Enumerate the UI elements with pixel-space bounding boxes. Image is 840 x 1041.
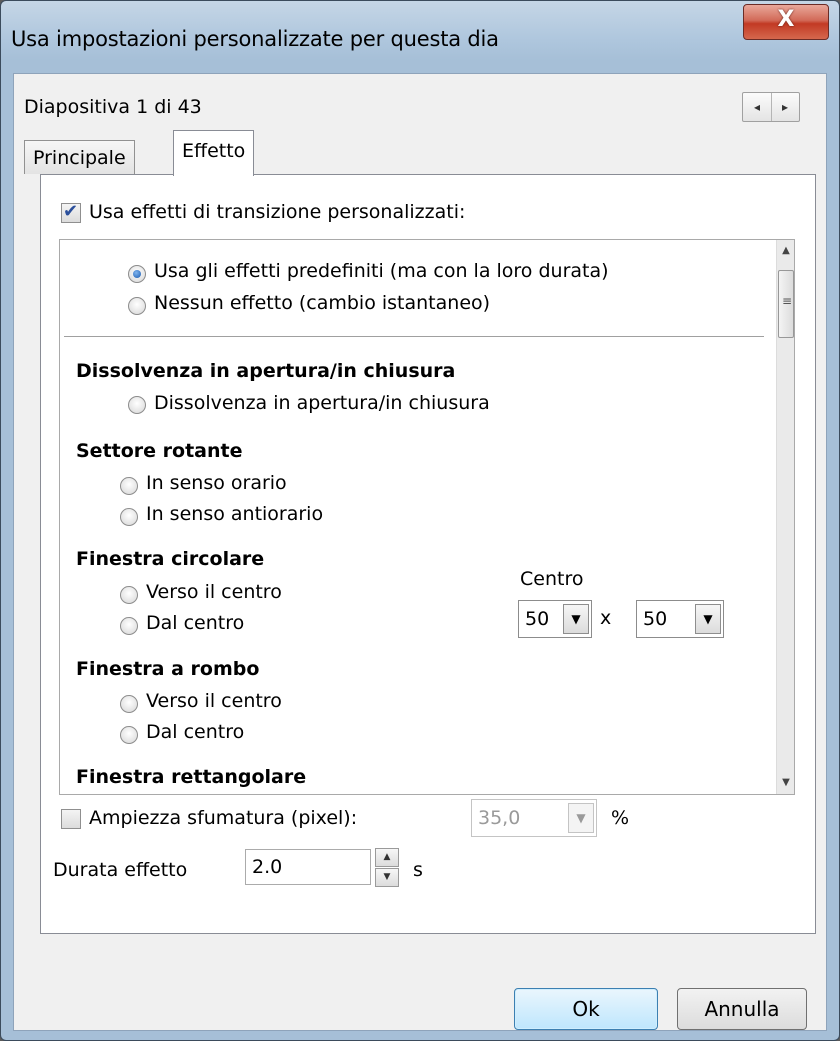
- cancel-button[interactable]: Annulla: [677, 988, 807, 1030]
- radio-counterclockwise[interactable]: [120, 508, 138, 526]
- tab-principale[interactable]: Principale: [24, 140, 135, 174]
- duration-label: Durata effetto: [53, 859, 188, 881]
- feather-label: Ampiezza sfumatura (pixel):: [89, 807, 358, 829]
- step-up-icon[interactable]: ▲: [375, 848, 399, 867]
- previous-slide-icon[interactable]: ◂: [743, 93, 772, 121]
- feather-value-select[interactable]: 35,0 ▼: [471, 799, 597, 837]
- effect-tab-panel: Usa effetti di transizione personalizzat…: [40, 174, 816, 934]
- radio-diamond-toward-center[interactable]: [120, 695, 138, 713]
- group-title-dissolve: Dissolvenza in apertura/in chiusura: [76, 360, 456, 382]
- option-dissolve-label: Dissolvenza in apertura/in chiusura: [154, 392, 490, 414]
- radio-dissolve[interactable]: [128, 396, 146, 414]
- duration-value: 2.0: [252, 856, 283, 878]
- group-title-circular-window: Finestra circolare: [76, 548, 265, 570]
- option-default-effects-label: Usa gli effetti predefiniti (ma con la l…: [154, 260, 609, 282]
- tab-effetto[interactable]: Effetto: [173, 130, 255, 176]
- list-separator: [64, 336, 764, 337]
- group-title-rectangular-window: Finestra rettangolare: [76, 766, 307, 788]
- option-circle-from-center-label: Dal centro: [146, 612, 245, 634]
- scrollbar-thumb[interactable]: ≡: [778, 270, 794, 338]
- dialog-client-area: Diapositiva 1 di 43 ◂ ▸ Principale Effet…: [13, 73, 827, 1031]
- duration-unit: s: [413, 859, 423, 881]
- center-y-select[interactable]: 50 ▼: [636, 600, 724, 638]
- grip-icon: ≡: [782, 294, 793, 308]
- chevron-down-icon[interactable]: ▼: [695, 604, 721, 634]
- window-title: Usa impostazioni personalizzate per ques…: [11, 27, 499, 51]
- dialog-window: Usa impostazioni personalizzate per ques…: [0, 0, 840, 1041]
- center-x-value: 50: [525, 608, 550, 630]
- center-x-select[interactable]: 50 ▼: [518, 600, 592, 638]
- slide-navigation-spinner: ◂ ▸: [742, 92, 800, 122]
- option-circle-toward-center-label: Verso il centro: [146, 581, 282, 603]
- effects-list-content: Usa gli effetti predefiniti (ma con la l…: [60, 240, 776, 794]
- radio-clockwise[interactable]: [120, 477, 138, 495]
- radio-circle-toward-center[interactable]: [120, 586, 138, 604]
- feather-value: 35,0: [478, 807, 521, 829]
- effects-list-scrollbar[interactable]: ▲ ≡ ▼: [776, 240, 794, 794]
- option-no-effect-label: Nessun effetto (cambio istantaneo): [154, 292, 491, 314]
- next-slide-icon[interactable]: ▸: [771, 93, 799, 121]
- close-icon: X: [777, 7, 795, 32]
- step-down-icon[interactable]: ▼: [375, 868, 399, 887]
- close-button[interactable]: X: [743, 4, 829, 40]
- ok-button[interactable]: Ok: [514, 988, 658, 1030]
- custom-transitions-checkbox[interactable]: [61, 201, 81, 223]
- group-title-diamond-window: Finestra a rombo: [76, 658, 260, 680]
- slide-position-label: Diapositiva 1 di 43: [24, 96, 202, 118]
- effects-list: Usa gli effetti predefiniti (ma con la l…: [59, 239, 795, 795]
- option-diamond-from-center-label: Dal centro: [146, 721, 245, 743]
- title-bar[interactable]: Usa impostazioni personalizzate per ques…: [1, 1, 839, 73]
- chevron-down-icon[interactable]: ▼: [568, 803, 594, 833]
- center-y-value: 50: [643, 608, 668, 630]
- radio-diamond-from-center[interactable]: [120, 726, 138, 744]
- option-counterclockwise-label: In senso antiorario: [146, 503, 324, 525]
- duration-input[interactable]: 2.0: [245, 849, 371, 885]
- feather-unit: %: [611, 807, 630, 829]
- feather-checkbox[interactable]: [61, 809, 81, 829]
- scroll-down-icon[interactable]: ▼: [777, 774, 794, 792]
- center-separator: x: [600, 607, 612, 629]
- custom-transitions-label: Usa effetti di transizione personalizzat…: [89, 201, 466, 223]
- center-label: Centro: [520, 568, 584, 590]
- option-clockwise-label: In senso orario: [146, 472, 287, 494]
- option-diamond-toward-center-label: Verso il centro: [146, 690, 282, 712]
- radio-no-effect[interactable]: [128, 297, 146, 315]
- radio-default-effects[interactable]: [128, 265, 146, 283]
- scroll-up-icon[interactable]: ▲: [777, 242, 794, 260]
- chevron-down-icon[interactable]: ▼: [563, 604, 589, 634]
- duration-stepper[interactable]: ▲ ▼: [375, 848, 399, 888]
- radio-circle-from-center[interactable]: [120, 617, 138, 635]
- group-title-rotating-sector: Settore rotante: [76, 440, 243, 462]
